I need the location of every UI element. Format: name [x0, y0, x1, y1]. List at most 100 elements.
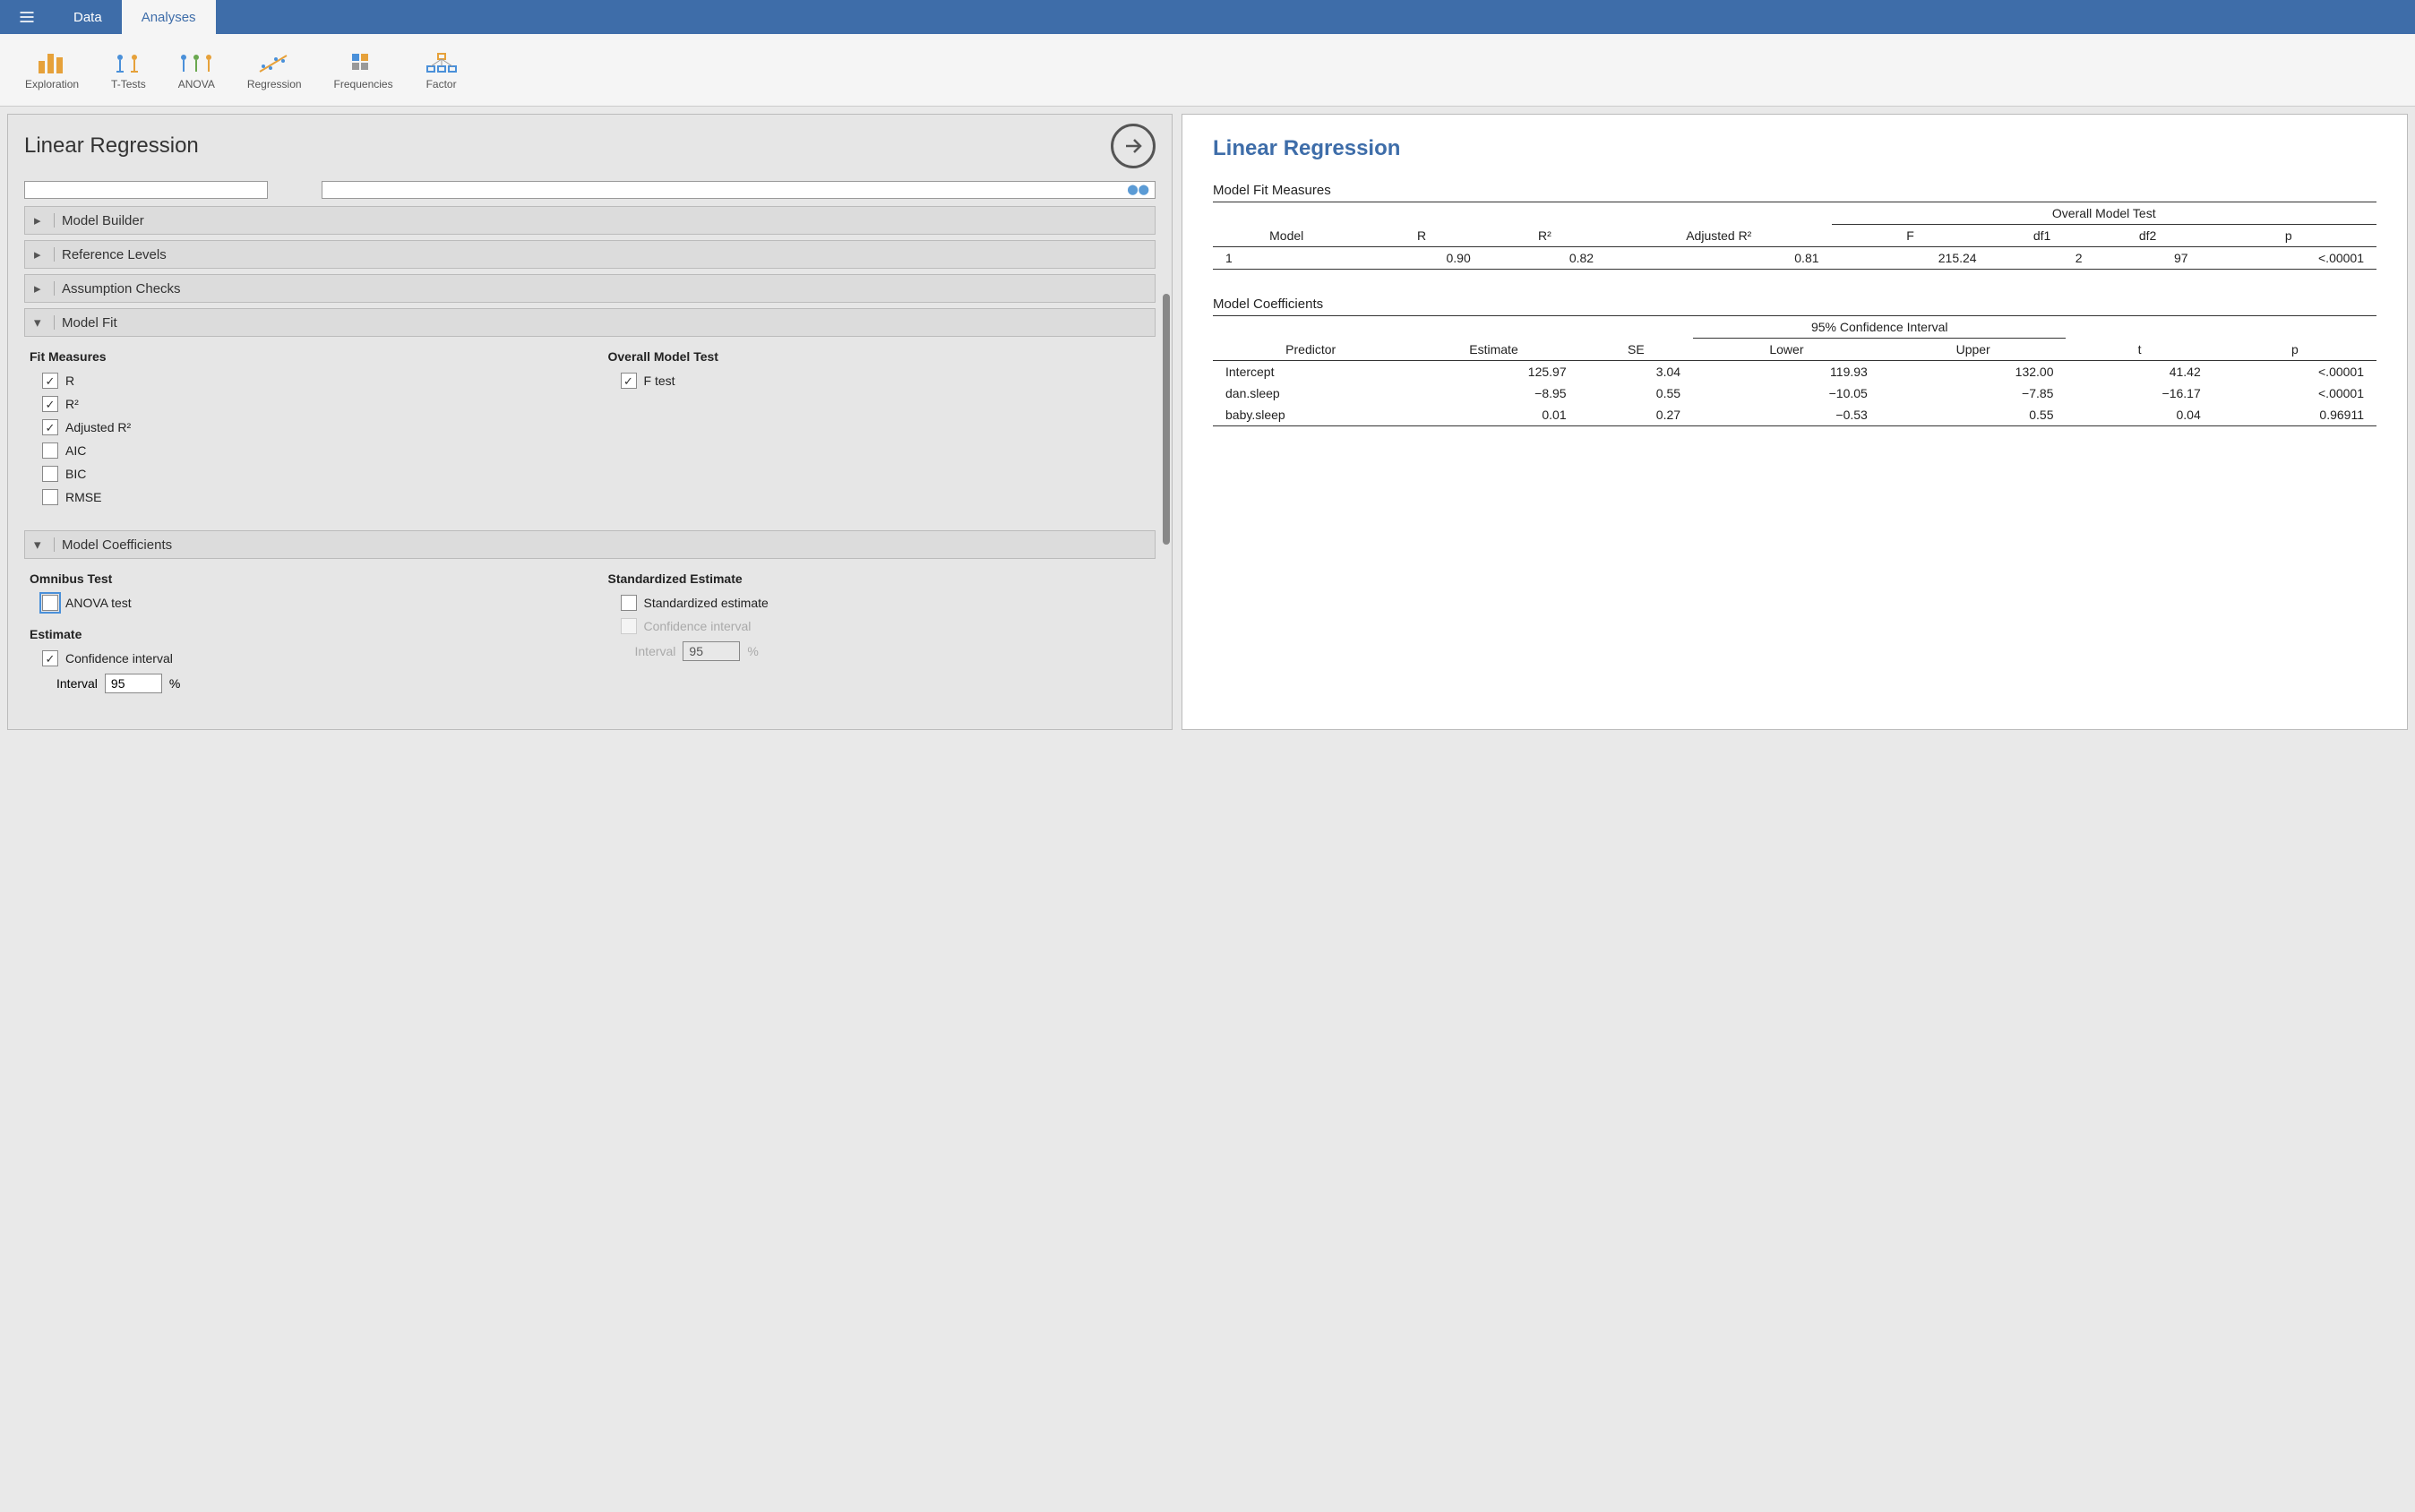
hamburger-menu-icon[interactable] — [0, 0, 54, 34]
col-f: F — [1832, 225, 1990, 247]
table-row: 1 0.90 0.82 0.81 215.24 2 97 <.00001 — [1213, 247, 2376, 270]
checkbox-rmse[interactable] — [42, 489, 58, 505]
col-upper: Upper — [1880, 339, 2067, 361]
cell: −16.17 — [2066, 382, 2213, 404]
ribbon-factor[interactable]: Factor — [409, 46, 474, 94]
cell: 0.81 — [1606, 247, 1831, 270]
cell: 0.55 — [1579, 382, 1693, 404]
checkbox-r2[interactable] — [42, 396, 58, 412]
section-model-coefficients[interactable]: ▾ Model Coefficients — [24, 530, 1156, 559]
checkbox-label: RMSE — [65, 490, 101, 504]
options-title: Linear Regression — [24, 133, 199, 159]
col-r2: R² — [1483, 225, 1606, 247]
cell: 119.93 — [1693, 361, 1880, 383]
ribbon-toolbar: Exploration T-Tests ANOVA Regression Fre… — [0, 34, 2415, 107]
col-p: p — [2201, 225, 2376, 247]
cell: 0.01 — [1408, 404, 1578, 426]
table-title-coefficients: Model Coefficients — [1213, 296, 2376, 312]
ribbon-label: Frequencies — [334, 78, 393, 90]
cell: −7.85 — [1880, 382, 2067, 404]
cell: 0.90 — [1360, 247, 1483, 270]
ribbon-ttests[interactable]: T-Tests — [95, 46, 162, 94]
cell: Intercept — [1213, 361, 1408, 383]
scrollbar[interactable] — [1163, 294, 1170, 545]
table-row: baby.sleep 0.01 0.27 −0.53 0.55 0.04 0.9… — [1213, 404, 2376, 426]
checkbox-anova-test[interactable] — [42, 595, 58, 611]
checkbox-label: Confidence interval — [644, 619, 752, 633]
checkbox-confidence-interval[interactable] — [42, 650, 58, 666]
ribbon-exploration[interactable]: Exploration — [9, 46, 95, 94]
tab-data[interactable]: Data — [54, 0, 122, 34]
group-estimate: Estimate — [30, 627, 572, 641]
col-r: R — [1360, 225, 1483, 247]
col-model: Model — [1213, 225, 1360, 247]
cell: 41.42 — [2066, 361, 2213, 383]
checkbox-label: R — [65, 374, 74, 388]
collapse-options-button[interactable] — [1111, 124, 1156, 168]
ribbon-label: T-Tests — [111, 78, 146, 90]
chevron-right-icon: ▸ — [34, 246, 47, 262]
top-bar: Data Analyses — [0, 0, 2415, 34]
results-title: Linear Regression — [1213, 136, 2376, 161]
regression-icon — [258, 49, 290, 78]
table-row: Intercept 125.97 3.04 119.93 132.00 41.4… — [1213, 361, 2376, 383]
group-fit-measures: Fit Measures — [30, 349, 572, 364]
section-reference-levels[interactable]: ▸ Reference Levels — [24, 240, 1156, 269]
cell: dan.sleep — [1213, 382, 1408, 404]
cell: 2 — [1990, 247, 2095, 270]
cell: −0.53 — [1693, 404, 1880, 426]
list-badge-icon: ⬤⬤ — [1127, 184, 1149, 195]
checkbox-label: Adjusted R² — [65, 420, 131, 434]
checkbox-aic[interactable] — [42, 442, 58, 459]
col-df1: df1 — [1990, 225, 2095, 247]
spanner-confidence-interval: 95% Confidence Interval — [1693, 316, 2066, 339]
percent-label: % — [747, 644, 758, 658]
cell: 3.04 — [1579, 361, 1693, 383]
cell: 97 — [2095, 247, 2201, 270]
tab-analyses[interactable]: Analyses — [122, 0, 216, 34]
col-df2: df2 — [2095, 225, 2201, 247]
cell: 0.96911 — [2213, 404, 2376, 426]
std-interval-input — [683, 641, 740, 661]
cell: 0.27 — [1579, 404, 1693, 426]
cell: 0.55 — [1880, 404, 2067, 426]
checkbox-label: Confidence interval — [65, 651, 173, 666]
col-p: p — [2213, 339, 2376, 361]
cell: <.00001 — [2213, 382, 2376, 404]
checkbox-bic[interactable] — [42, 466, 58, 482]
spanner-overall-model-test: Overall Model Test — [1832, 202, 2376, 225]
checkbox-ftest[interactable] — [621, 373, 637, 389]
variable-target-list[interactable]: ⬤⬤ — [322, 181, 1156, 199]
exploration-icon — [37, 49, 67, 78]
interval-input[interactable] — [105, 674, 162, 693]
cell: 0.82 — [1483, 247, 1606, 270]
chevron-down-icon: ▾ — [34, 314, 47, 331]
ribbon-label: Exploration — [25, 78, 79, 90]
section-model-fit[interactable]: ▾ Model Fit — [24, 308, 1156, 337]
ribbon-frequencies[interactable]: Frequencies — [318, 46, 409, 94]
checkbox-r[interactable] — [42, 373, 58, 389]
section-label: Model Fit — [62, 315, 117, 331]
interval-label: Interval — [635, 644, 676, 658]
coefficients-table: 95% Confidence Interval Predictor Estima… — [1213, 315, 2376, 426]
table-title-model-fit: Model Fit Measures — [1213, 183, 2376, 198]
ribbon-regression[interactable]: Regression — [231, 46, 318, 94]
chevron-right-icon: ▸ — [34, 280, 47, 296]
table-row: dan.sleep −8.95 0.55 −10.05 −7.85 −16.17… — [1213, 382, 2376, 404]
cell: <.00001 — [2213, 361, 2376, 383]
ribbon-label: Factor — [426, 78, 457, 90]
checkbox-standardized-estimate[interactable] — [621, 595, 637, 611]
ribbon-anova[interactable]: ANOVA — [162, 46, 231, 94]
checkbox-adj-r2[interactable] — [42, 419, 58, 435]
chevron-down-icon: ▾ — [34, 537, 47, 553]
section-assumption-checks[interactable]: ▸ Assumption Checks — [24, 274, 1156, 303]
cell: 1 — [1213, 247, 1360, 270]
ribbon-label: ANOVA — [178, 78, 215, 90]
factor-icon — [425, 49, 458, 78]
section-model-builder[interactable]: ▸ Model Builder — [24, 206, 1156, 235]
cell: −8.95 — [1408, 382, 1578, 404]
checkbox-label: F test — [644, 374, 675, 388]
variable-source-list[interactable] — [24, 181, 268, 199]
col-predictor: Predictor — [1213, 339, 1408, 361]
cell: 0.04 — [2066, 404, 2213, 426]
